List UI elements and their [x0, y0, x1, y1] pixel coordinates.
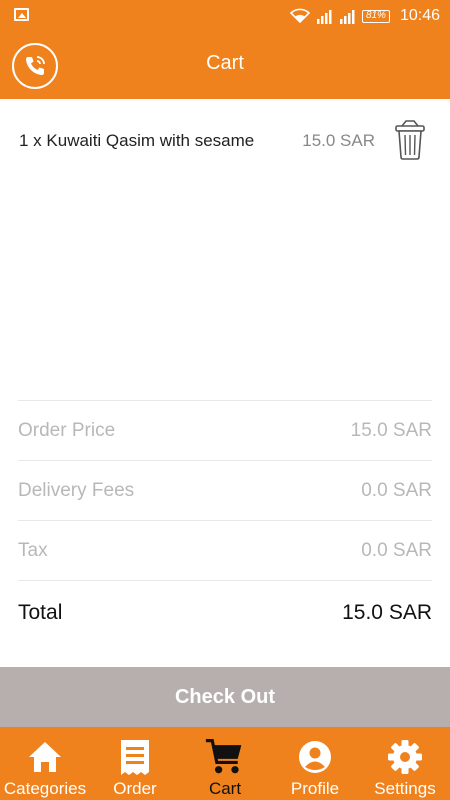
total-label: Total [18, 601, 63, 624]
wifi-icon [289, 8, 310, 24]
order-price-value: 15.0 SAR [350, 420, 432, 441]
receipt-icon [115, 737, 155, 777]
order-summary: Order Price 15.0 SAR Delivery Fees 0.0 S… [18, 400, 432, 640]
cart-item-description: 1 x Kuwaiti Qasim with sesame [19, 131, 255, 150]
nav-item-categories[interactable]: Categories [0, 727, 90, 800]
total-row: Total 15.0 SAR [18, 580, 432, 640]
cart-icon [205, 737, 245, 777]
trash-icon [395, 120, 425, 160]
gear-icon [385, 737, 425, 777]
delete-item-button[interactable] [393, 120, 427, 160]
nav-item-label: Settings [374, 779, 436, 798]
home-icon [25, 737, 65, 777]
nav-item-profile[interactable]: Profile [270, 727, 360, 800]
page-title: Cart [206, 52, 244, 74]
checkout-button[interactable]: Check Out [0, 667, 450, 727]
battery-indicator: 81% [361, 9, 390, 23]
bottom-navigation: Categories Order Cart Profile Settings [0, 727, 450, 800]
tax-label: Tax [18, 540, 48, 561]
nav-item-cart[interactable]: Cart [180, 727, 270, 800]
nav-item-label: Profile [290, 779, 340, 798]
total-value: 15.0 SAR [342, 601, 432, 624]
nav-item-order[interactable]: Order [90, 727, 180, 800]
signal-icon [316, 9, 332, 24]
delivery-fees-label: Delivery Fees [18, 480, 135, 501]
nav-item-label: Order [113, 779, 157, 798]
delivery-fees-value: 0.0 SAR [361, 480, 432, 501]
order-price-label: Order Price [18, 420, 116, 441]
nav-item-label: Cart [208, 779, 242, 798]
signal-icon-2 [339, 9, 355, 24]
status-bar: 81% 10:46 [0, 0, 450, 32]
clock: 10:46 [399, 7, 440, 24]
tax-row: Tax 0.0 SAR [18, 520, 432, 580]
profile-icon [295, 737, 335, 777]
cart-item: 1 x Kuwaiti Qasim with sesame 15.0 SAR [0, 118, 450, 162]
nav-item-settings[interactable]: Settings [360, 727, 450, 800]
cart-item-price: 15.0 SAR [302, 131, 375, 150]
order-price-row: Order Price 15.0 SAR [18, 400, 432, 460]
nav-item-label: Categories [3, 779, 87, 798]
gallery-notification-icon [14, 8, 29, 21]
delivery-fees-row: Delivery Fees 0.0 SAR [18, 460, 432, 520]
tax-value: 0.0 SAR [361, 540, 432, 561]
app-bar: Cart [0, 32, 450, 99]
